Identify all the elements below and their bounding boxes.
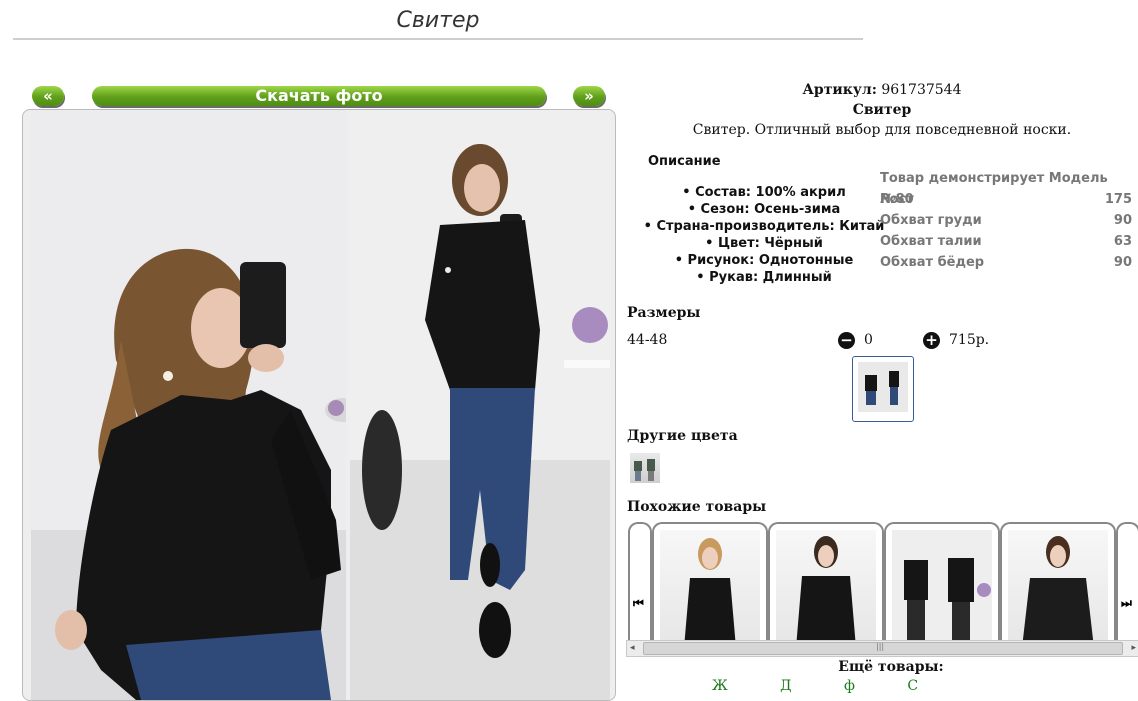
page-title: Свитер [396,8,480,33]
similar-product-card[interactable] [652,522,768,646]
similar-heading: Похожие товары [627,499,767,515]
carousel-next-button[interactable]: ⏭ [1116,522,1138,646]
photo-gallery [22,109,616,701]
description-item: • Рукав: Длинный [696,270,832,285]
model-heading: Товар демонстрирует Модель №80 [880,168,1132,207]
carousel-prev-button[interactable]: ⏮ [628,522,652,646]
model-row-value: 90 [1113,255,1132,270]
description-item: • Страна-производитель: Китай [643,219,885,234]
model-row: Обхват груди 90 [880,210,1132,231]
model-row-value: 175 [1104,192,1132,207]
model-row: Обхват бёдер 90 [880,252,1132,273]
similar-product-card[interactable] [884,522,1000,646]
description-heading: Описание [648,154,721,169]
color-variant-thumbnail[interactable] [630,453,660,483]
scroll-right-arrow-icon[interactable]: ▸ [1131,641,1136,655]
similar-product-image [1008,530,1108,646]
similar-product-card[interactable] [1000,522,1116,646]
model-measurements: Товар демонстрирует Модель №80 Рост 175 О… [880,168,1132,273]
plus-circle-icon[interactable]: + [923,332,940,349]
similar-product-card[interactable] [768,522,884,646]
article-line: Артикул: 961737544 [626,82,1138,98]
description-item: • Цвет: Чёрный [705,236,823,251]
model-row: Рост 175 [880,189,1132,210]
skip-back-icon: ⏮ [633,596,644,610]
similar-products-carousel: ⏮ ⏭ [628,522,1138,646]
similar-product-image [892,530,992,646]
scrollbar-thumb[interactable]: ||| [643,642,1123,655]
size-label: 44-48 [627,332,668,348]
product-name: Свитер [852,102,912,118]
skip-forward-icon: ⏭ [1121,596,1132,610]
model-row-label: Обхват груди [880,213,982,228]
model-row-label: Обхват талии [880,234,982,249]
product-photo-closeup[interactable] [31,110,346,700]
title-divider [13,38,863,40]
other-colors-heading: Другие цвета [627,428,738,444]
description-item: • Сезон: Осень-зима [687,202,841,217]
prev-photo-button[interactable]: « [32,86,64,106]
more-products-links[interactable]: Ж Д ф С [712,678,1132,694]
next-photo-button[interactable]: » [573,86,605,106]
price: 715р. [949,332,990,348]
similar-product-image [660,530,760,646]
quantity-value: 0 [864,332,873,348]
minus-circle-icon[interactable]: − [838,332,855,349]
article-value: 961737544 [881,82,962,98]
sizes-heading: Размеры [627,305,701,321]
size-photo-thumbnail[interactable] [852,356,914,422]
more-products-heading: Ещё товары: [838,659,944,675]
scrollbar-grip: ||| [876,642,885,651]
product-description: Свитер. Отличный выбор для повседневной … [692,122,1072,138]
scroll-left-arrow-icon[interactable]: ◂ [630,641,635,655]
model-row: Обхват талии 63 [880,231,1132,252]
model-row-label: Обхват бёдер [880,255,985,270]
article-label: Артикул: [802,82,877,98]
description-item: • Состав: 100% акрил [682,185,846,200]
carousel-scrollbar[interactable]: ◂ ||| ▸ [626,640,1138,657]
model-row-value: 63 [1113,234,1132,249]
model-row-value: 90 [1113,213,1132,228]
description-list: • Состав: 100% акрил • Сезон: Осень-зима… [640,184,888,286]
similar-product-image [776,530,876,646]
product-photo-fullbody[interactable] [350,110,610,700]
model-heading-text: Товар демонстрирует Модель №80 [880,171,1108,207]
model-row-label: Рост [880,192,914,207]
description-item: • Рисунок: Однотонные [674,253,854,268]
download-photo-button[interactable]: Скачать фото [92,86,546,106]
